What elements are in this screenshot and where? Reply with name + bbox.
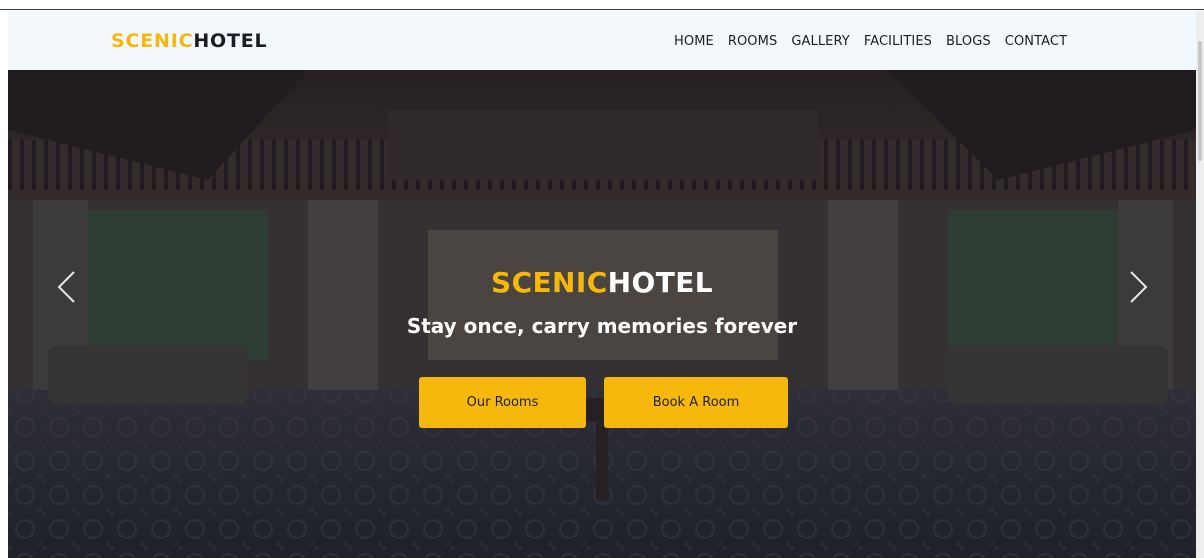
nav-facilities-link[interactable]: FACILITIES: [864, 34, 932, 49]
brand-logo-accent: SCENIC: [111, 30, 194, 52]
hero-title: SCENICHOTEL: [8, 266, 1196, 299]
brand-logo[interactable]: SCENICHOTEL: [111, 30, 267, 52]
book-room-button[interactable]: Book A Room: [604, 377, 788, 428]
brand-logo-text: HOTEL: [193, 30, 268, 52]
chevron-left-icon: [57, 271, 75, 303]
main-nav: HOME ROOMS GALLERY FACILITIES BLOGS CONT…: [674, 34, 1067, 49]
hero-subtitle: Stay once, carry memories forever: [406, 314, 798, 338]
hero-carousel: SCENICHOTEL Stay once, carry memories fo…: [8, 70, 1196, 558]
our-rooms-button[interactable]: Our Rooms: [419, 377, 586, 428]
page-scrollbar[interactable]: [1196, 11, 1204, 558]
carousel-prev-button[interactable]: [54, 270, 80, 304]
nav-blogs-link[interactable]: BLOGS: [946, 34, 991, 49]
scrollbar-thumb[interactable]: [1198, 41, 1202, 161]
nav-rooms-link[interactable]: ROOMS: [728, 34, 777, 49]
chevron-right-icon: [1130, 271, 1148, 303]
hero-title-accent: SCENIC: [491, 266, 608, 299]
hero-title-main: HOTEL: [607, 266, 713, 299]
nav-gallery-link[interactable]: GALLERY: [791, 34, 850, 49]
window-top-border: [0, 0, 1204, 10]
nav-home-link[interactable]: HOME: [674, 34, 714, 49]
navbar: SCENICHOTEL HOME ROOMS GALLERY FACILITIE…: [8, 11, 1196, 70]
nav-contact-link[interactable]: CONTACT: [1005, 34, 1067, 49]
carousel-next-button[interactable]: [1125, 270, 1151, 304]
